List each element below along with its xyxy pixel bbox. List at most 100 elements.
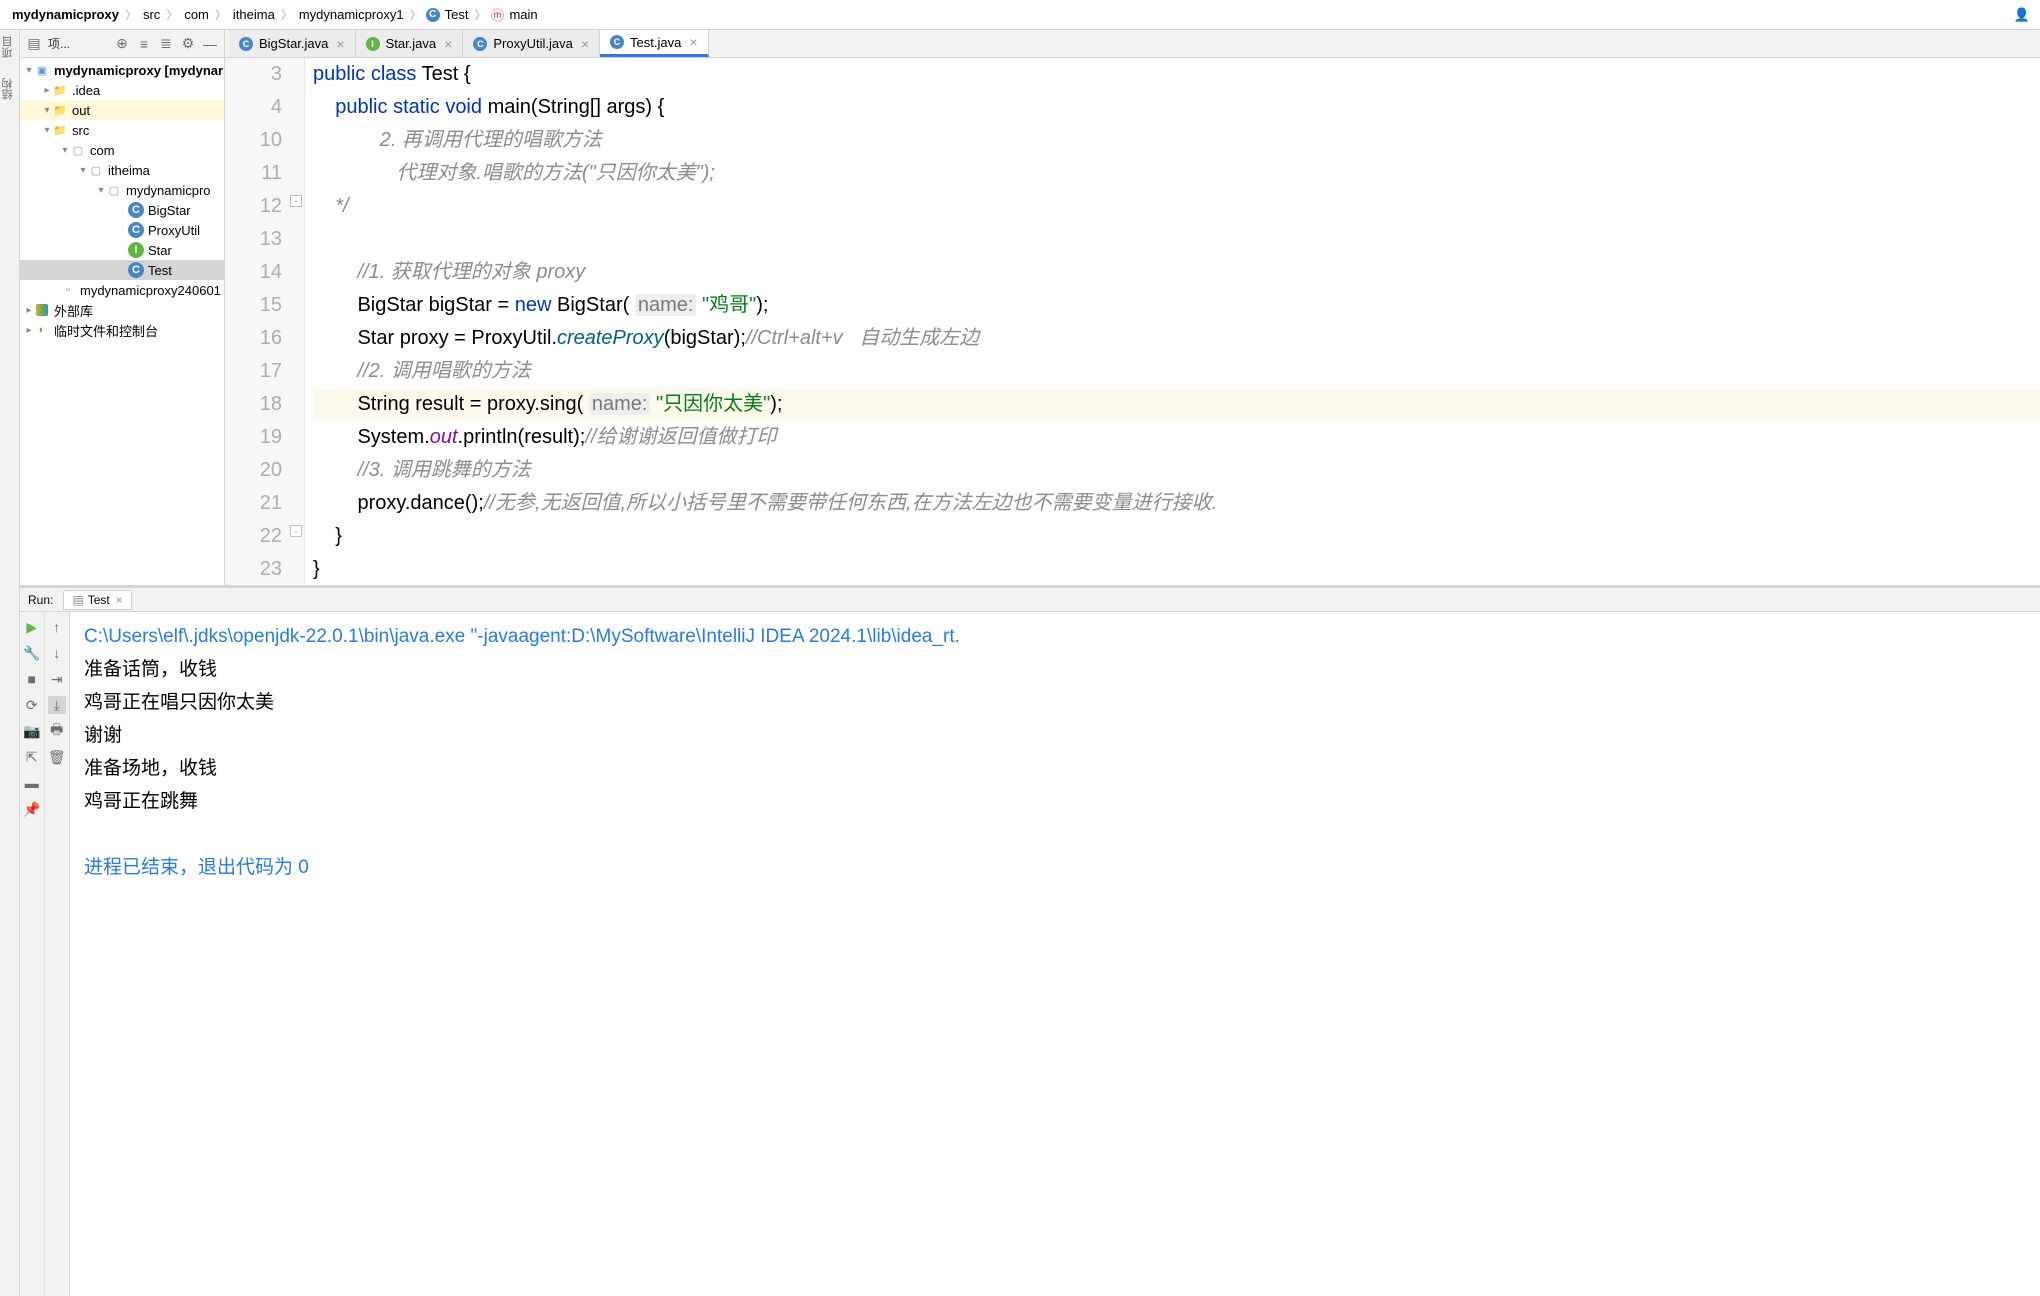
console-line: 准备场地，收钱 (84, 752, 2026, 785)
project-view-icon[interactable]: ▤ (26, 36, 42, 52)
line-number: 3 (225, 58, 282, 91)
tree-label: 临时文件和控制台 (54, 321, 158, 340)
chevron-right-icon: 〉 (125, 6, 137, 23)
tree-folder[interactable]: ▸📁.idea (20, 80, 224, 100)
txt: main(String[] args) { (482, 96, 664, 118)
select-opened-icon[interactable]: ⊕ (114, 36, 130, 52)
chevron-right-icon: 〉 (410, 6, 422, 23)
trash-icon[interactable]: 🗑 (48, 748, 66, 766)
breadcrumb-seg[interactable]: src (141, 7, 162, 22)
code-area[interactable]: 3 4 10 11 12 13 14 15 16 17 18 19 20 21 … (225, 58, 2040, 585)
folder-icon: 📁 (52, 102, 68, 118)
chevron-right-icon: 〉 (474, 6, 486, 23)
txt: (bigStar); (664, 327, 746, 349)
line-number: 14 (225, 256, 282, 289)
line-number: 20 (225, 454, 282, 487)
tree-class[interactable]: CProxyUtil (20, 220, 224, 240)
close-icon[interactable]: × (444, 36, 452, 52)
rerun-icon[interactable]: ▶ (23, 618, 41, 636)
breadcrumb-seg[interactable]: mydynamicproxy (10, 7, 121, 22)
layout-icon[interactable]: ▬ (23, 774, 41, 792)
chevron-right-icon: 〉 (281, 6, 293, 23)
close-icon[interactable]: × (581, 36, 589, 52)
tree-folder[interactable]: ▾📁out (20, 100, 224, 120)
scroll-to-end-icon[interactable]: ⤓ (48, 696, 66, 714)
comment: 代理对象.唱歌的方法("只因你太美"); (313, 162, 715, 184)
class-icon: C (473, 37, 487, 51)
comment: //1. 获取代理的对象 proxy (313, 261, 585, 283)
tree-scratches[interactable]: ▸◐临时文件和控制台 (20, 320, 224, 340)
kw: void (445, 96, 482, 118)
tab-bigstar[interactable]: CBigStar.java× (229, 30, 356, 57)
up-icon[interactable]: ↑ (48, 618, 66, 636)
editor: CBigStar.java× IStar.java× CProxyUtil.ja… (225, 30, 2040, 585)
tab-proxyutil[interactable]: CProxyUtil.java× (463, 30, 600, 57)
tab-test[interactable]: CTest.java× (600, 30, 709, 57)
folder-icon: 📁 (52, 82, 68, 98)
class-icon: C (128, 262, 144, 278)
txt: proxy.dance(); (313, 492, 484, 514)
run-header: Run: ▤Test× (20, 588, 2040, 612)
tree-class-selected[interactable]: CTest (20, 260, 224, 280)
close-icon[interactable]: × (689, 34, 697, 50)
tree-external-libs[interactable]: ▸外部库 (20, 300, 224, 320)
tree-label: com (90, 143, 115, 158)
tree-label: .idea (72, 83, 100, 98)
camera-icon[interactable]: 📷 (23, 722, 41, 740)
hide-icon[interactable]: — (202, 36, 218, 52)
down-icon[interactable]: ↓ (48, 644, 66, 662)
run-tab[interactable]: ▤Test× (63, 590, 131, 610)
tree-label: mydynamicproxy240601 (80, 283, 221, 298)
restart-icon[interactable]: ⟳ (23, 696, 41, 714)
wrench-icon[interactable]: 🔧 (23, 644, 41, 662)
stop-icon[interactable]: ■ (23, 670, 41, 688)
close-icon[interactable]: × (116, 593, 123, 607)
print-icon[interactable]: 🖶 (48, 722, 66, 740)
user-icon[interactable]: 👤 (2014, 7, 2030, 23)
line-number: 15 (225, 289, 282, 322)
breadcrumb-seg[interactable]: itheima (231, 7, 277, 22)
console[interactable]: C:\Users\elf\.jdks\openjdk-22.0.1\bin\ja… (70, 612, 2040, 1296)
package-icon: ▢ (106, 182, 122, 198)
tab-star[interactable]: IStar.java× (356, 30, 464, 57)
breadcrumb-seg[interactable]: Test (443, 7, 471, 22)
tree-folder[interactable]: ▾📁src (20, 120, 224, 140)
breadcrumb-seg[interactable]: mydynamicproxy1 (297, 7, 406, 22)
structure-tool-tab[interactable]: 结构 (0, 78, 19, 100)
project-tree[interactable]: ▾▣mydynamicproxy [mydynar ▸📁.idea ▾📁out … (20, 58, 224, 585)
gutter[interactable]: 3 4 10 11 12 13 14 15 16 17 18 19 20 21 … (225, 58, 305, 585)
tree-class[interactable]: CBigStar (20, 200, 224, 220)
line-number: 12 (225, 190, 282, 223)
kw: class (371, 63, 417, 85)
fold-marker-icon[interactable]: - (290, 195, 302, 207)
pin-icon[interactable]: 📌 (23, 800, 41, 818)
soft-wrap-icon[interactable]: ⇥ (48, 670, 66, 688)
breadcrumb-seg[interactable]: com (182, 7, 211, 22)
tree-label: src (72, 123, 89, 138)
collapse-all-icon[interactable]: ≣ (158, 36, 174, 52)
source[interactable]: public class Test { public static void m… (305, 58, 2040, 585)
line-number: 16 (225, 322, 282, 355)
fold-marker-icon[interactable]: - (290, 525, 302, 537)
tree-label: 外部库 (54, 301, 93, 320)
run-toolbar: ▶ 🔧 ■ ⟳ 📷 ⇱ ▬ 📌 ↑ ↓ ⇥ ⤓ 🖶 (20, 612, 70, 1296)
param-hint: name: (589, 393, 651, 415)
tree-package[interactable]: ▾▢mydynamicpro (20, 180, 224, 200)
tree-package[interactable]: ▾▢com (20, 140, 224, 160)
exit-icon[interactable]: ⇱ (23, 748, 41, 766)
console-line: 准备话筒，收钱 (84, 653, 2026, 686)
settings-icon[interactable]: ⚙ (180, 36, 196, 52)
project-tool-tab[interactable]: 项目 (0, 36, 19, 58)
tree-label: BigStar (148, 203, 191, 218)
expand-all-icon[interactable]: ≡ (136, 36, 152, 52)
line-number: 13 (225, 223, 282, 256)
run-tool-window: Run: ▤Test× ▶ 🔧 ■ ⟳ 📷 ⇱ ▬ 📌 (20, 585, 2040, 1296)
tree-file[interactable]: ▫mydynamicproxy240601 (20, 280, 224, 300)
close-icon[interactable]: × (336, 36, 344, 52)
tree-package[interactable]: ▾▢itheima (20, 160, 224, 180)
breadcrumb-seg[interactable]: main (507, 7, 539, 22)
comment: //Ctrl+alt+v 自动生成左边 (746, 327, 979, 349)
comment: //无参,无返回值,所以小括号里不需要带任何东西,在方法左边也不需要变量进行接收… (484, 492, 1217, 514)
tree-root[interactable]: ▾▣mydynamicproxy [mydynar (20, 60, 224, 80)
tree-interface[interactable]: IStar (20, 240, 224, 260)
